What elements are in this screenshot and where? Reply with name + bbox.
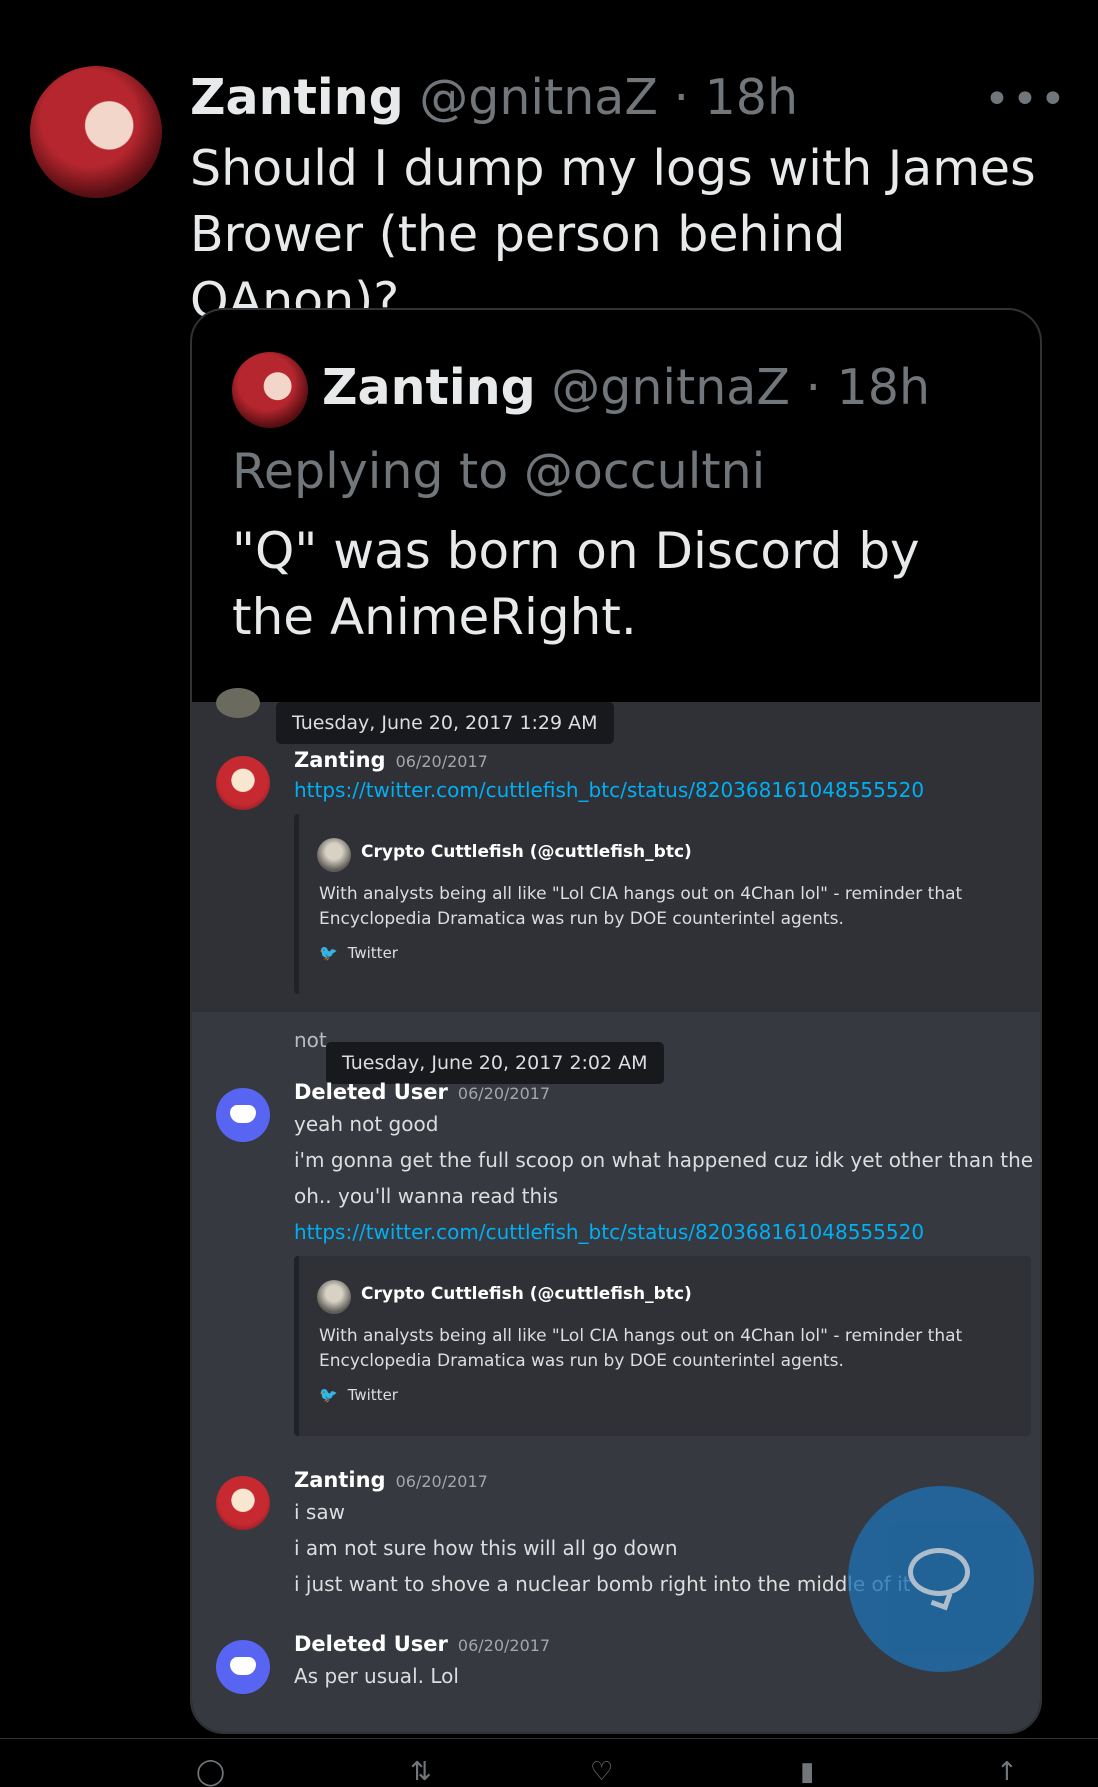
message-author: Deleted User 06/20/2017 xyxy=(294,1080,550,1104)
twitter-bird-icon: 🐦 xyxy=(319,1386,338,1404)
embed-avatar xyxy=(317,1280,351,1314)
embed-avatar xyxy=(317,838,351,872)
discord-logo-avatar xyxy=(216,1640,270,1694)
discord-logo-avatar xyxy=(216,1088,270,1142)
author-label: Deleted User xyxy=(294,1632,448,1656)
embed-footer-label: Twitter xyxy=(347,944,398,962)
zanting-avatar xyxy=(216,1476,270,1530)
message-line: i saw xyxy=(294,1500,345,1524)
timestamp-tooltip: Tuesday, June 20, 2017 2:02 AM xyxy=(326,1042,664,1084)
views-icon[interactable]: ▮ xyxy=(800,1757,814,1787)
speech-bubble-icon xyxy=(908,1548,970,1596)
message-line: i just want to shove a nuclear bomb righ… xyxy=(294,1572,911,1596)
retweet-icon[interactable]: ⇅ xyxy=(410,1757,432,1787)
timestamp-tooltip: Tuesday, June 20, 2017 1:29 AM xyxy=(276,702,614,744)
message-time: 06/20/2017 xyxy=(457,1636,551,1655)
author-label: Zanting xyxy=(294,1468,386,1492)
tweet-header: Zanting @gnitnaZ · 18h xyxy=(190,68,798,128)
replying-to: Replying to @occultni xyxy=(232,443,766,500)
message-line: oh.. you'll wanna read this xyxy=(294,1184,559,1208)
tweet-link[interactable]: https://twitter.com/cuttlefish_btc/statu… xyxy=(294,778,924,802)
quoted-text: "Q" was born on Discord by the AnimeRigh… xyxy=(232,522,920,646)
partial-avatar xyxy=(216,688,260,718)
quoted-header: Zanting @gnitnaZ · 18h xyxy=(322,358,930,418)
link-embed: Crypto Cuttlefish (@cuttlefish_btc) With… xyxy=(294,1256,1031,1436)
message-time: 06/20/2017 xyxy=(395,752,488,771)
quoted-author-name: Zanting xyxy=(322,359,536,416)
message-author: Zanting 06/20/2017 xyxy=(294,748,488,772)
message-line: yeah not good xyxy=(294,1112,439,1136)
handle-time: @gnitnaZ · 18h xyxy=(419,69,799,126)
message-time: 06/20/2017 xyxy=(395,1472,488,1491)
quoted-handle-time: @gnitnaZ · 18h xyxy=(551,359,931,416)
embed-footer: 🐦 Twitter xyxy=(319,944,398,962)
share-icon[interactable]: ↑ xyxy=(996,1757,1018,1787)
compose-reply-button[interactable] xyxy=(848,1486,1034,1672)
more-options-icon[interactable]: ••• xyxy=(984,74,1068,125)
embed-body: With analysts being all like "Lol CIA ha… xyxy=(319,884,963,929)
author-name[interactable]: Zanting xyxy=(190,69,404,126)
embed-author: Crypto Cuttlefish (@cuttlefish_btc) xyxy=(361,842,692,862)
embed-footer: 🐦 Twitter xyxy=(319,1386,398,1404)
tweet-link[interactable]: https://twitter.com/cuttlefish_btc/statu… xyxy=(294,1220,924,1244)
message-author: Zanting 06/20/2017 xyxy=(294,1468,488,1492)
message-time: 06/20/2017 xyxy=(457,1084,551,1103)
like-icon[interactable]: ♡ xyxy=(590,1757,613,1787)
action-bar-partial: ◯ ⇅ ♡ ▮ ↑ xyxy=(0,1738,1098,1787)
embed-footer-label: Twitter xyxy=(347,1386,398,1404)
zanting-avatar xyxy=(216,756,270,810)
author-label: Zanting xyxy=(294,748,386,772)
tweet-text: Should I dump my logs with James Brower … xyxy=(190,140,1036,329)
twitter-bird-icon: 🐦 xyxy=(319,944,338,962)
quoted-author-avatar xyxy=(232,352,308,428)
message-line: i'm gonna get the full scoop on what hap… xyxy=(294,1148,1042,1172)
link-embed: Crypto Cuttlefish (@cuttlefish_btc) With… xyxy=(294,814,1031,994)
embed-author: Crypto Cuttlefish (@cuttlefish_btc) xyxy=(361,1284,692,1304)
embed-body: With analysts being all like "Lol CIA ha… xyxy=(319,1326,963,1371)
partial-message: not xyxy=(294,1028,327,1052)
message-author: Deleted User 06/20/2017 xyxy=(294,1632,550,1656)
author-avatar[interactable] xyxy=(30,66,162,198)
reply-icon[interactable]: ◯ xyxy=(196,1757,225,1787)
message-line: As per usual. Lol xyxy=(294,1664,459,1688)
author-label: Deleted User xyxy=(294,1080,448,1104)
message-line: i am not sure how this will all go down xyxy=(294,1536,678,1560)
